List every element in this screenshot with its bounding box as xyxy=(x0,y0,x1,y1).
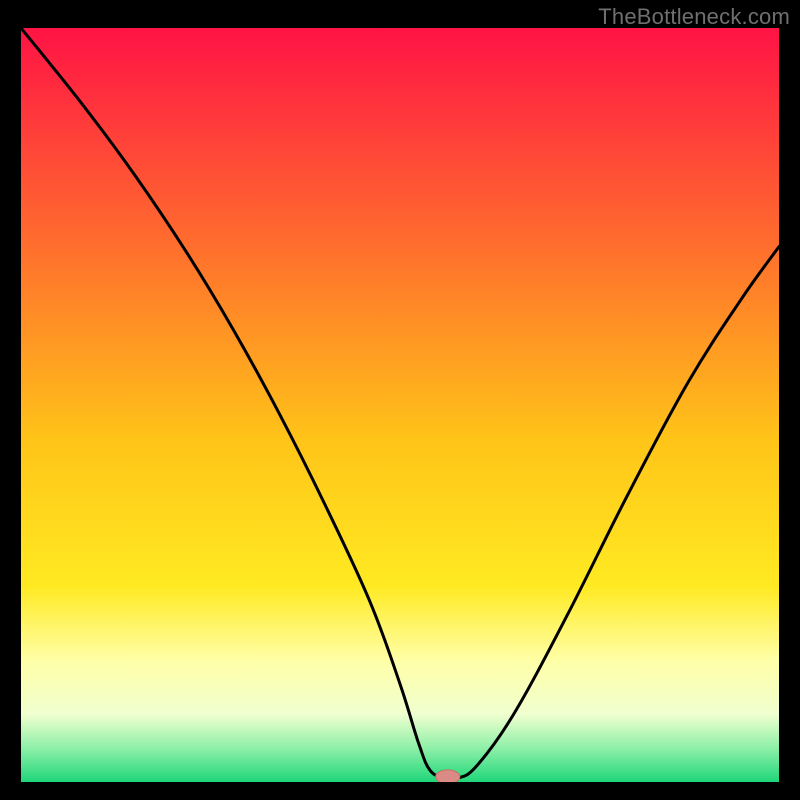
plot-svg xyxy=(21,28,779,782)
gradient-background xyxy=(21,28,779,782)
watermark-text: TheBottleneck.com xyxy=(598,4,790,30)
optimum-marker xyxy=(436,770,460,782)
plot-area xyxy=(21,28,779,782)
chart-container: TheBottleneck.com xyxy=(0,0,800,800)
